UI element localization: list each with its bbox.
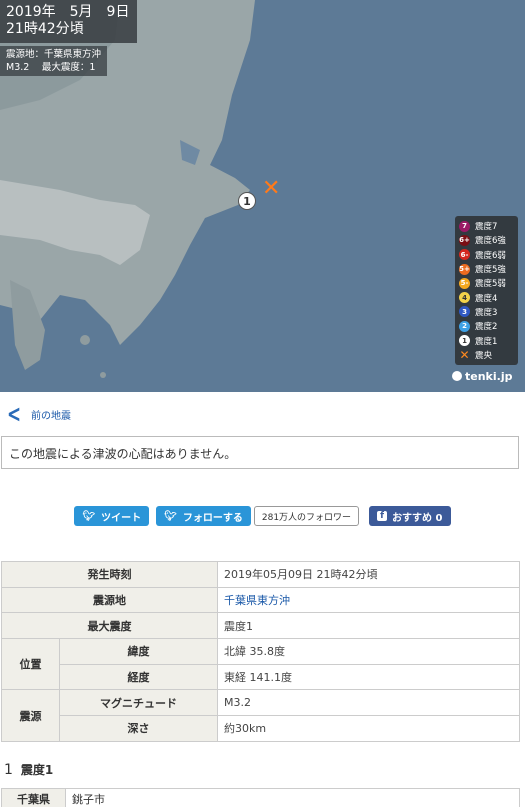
table-row: 位置 緯度 北緯 35.8度 — [1, 638, 520, 691]
follow-button[interactable]: 🐦︎ フォローする — [156, 506, 251, 526]
intensity-dot-icon: 4 — [459, 292, 470, 304]
intensity-dot-icon: 5- — [459, 277, 470, 289]
intensity-dot-icon: 6- — [459, 249, 470, 261]
tweet-button[interactable]: 🐦︎ ツイート — [74, 506, 150, 526]
tenki-logo-icon — [452, 371, 462, 381]
legend-label: 震度7 — [475, 222, 498, 233]
legend-label: 震度2 — [475, 322, 498, 333]
social-buttons: 🐦︎ ツイート 🐦︎ フォローする 281万人のフォロワー f おすすめ 0 — [0, 505, 525, 527]
twitter-bird-icon: 🐦︎ — [82, 510, 96, 522]
facebook-recommend-button[interactable]: f おすすめ 0 — [369, 506, 451, 526]
longitude-value: 東経 141.1度 — [217, 663, 520, 691]
table-row: 震源地 千葉県東方沖 — [1, 586, 520, 614]
legend-item: 4 震度4 — [459, 290, 514, 304]
quake-time: 21時42分頃 — [6, 21, 84, 37]
legend-item: 6+ 震度6強 — [459, 233, 514, 247]
latitude-label: 緯度 — [59, 638, 218, 665]
prefecture-name: 千葉県 — [1, 787, 66, 807]
facebook-icon: f — [377, 511, 388, 521]
intensity-dot-icon: 6+ — [459, 234, 470, 246]
epicenter-label: 震源地 — [1, 586, 218, 614]
legend-item: 7 震度7 — [459, 219, 514, 233]
intensity-dot-icon: 2 — [459, 320, 470, 332]
chevron-left-icon: < — [7, 400, 22, 428]
quake-info-table: 発生時刻 2019年05月09日 21時42分頃 震源地 千葉県東方沖 最大震度… — [1, 561, 520, 742]
tsunami-notice: この地震による津波の心配はありません。 — [1, 436, 519, 469]
legend-label: 震度5弱 — [475, 279, 506, 290]
map-header: 2019年 5月 9日 21時42分頃 — [0, 0, 138, 43]
epicenter-link[interactable]: 千葉県東方沖 — [217, 586, 520, 614]
legend-item: 6- 震度6弱 — [459, 248, 514, 262]
previous-quake-label: 前の地震 — [31, 410, 71, 422]
follower-count[interactable]: 281万人のフォロワー — [253, 506, 360, 526]
intensity-dot-icon: 7 — [459, 220, 470, 232]
epicenter-legend-icon: ✕ — [459, 347, 470, 362]
legend-label: 震度6弱 — [475, 250, 506, 261]
legend-label: 震度5強 — [475, 265, 506, 276]
intensity-legend: 7 震度7 6+ 震度6強 6- 震度6弱 5+ 震度5強 5- 震度5弱 4 震度4 3 震度3 2 震度2… — [455, 216, 518, 365]
intensity-prefecture-table: 千葉県 銚子市 — [1, 787, 520, 807]
legend-label: 震度4 — [475, 293, 498, 304]
max-intensity-label: 最大震度 — [1, 612, 218, 640]
map-subheader: 震源地：千葉県東方沖 M3.2 最大震度：1 — [0, 46, 108, 76]
twitter-bird-icon: 🐦︎ — [164, 510, 177, 522]
table-row: 発生時刻 2019年05月09日 21時42分頃 — [1, 561, 520, 588]
magnitude-value: M3.2 — [217, 689, 520, 717]
intensity-dot-icon: 3 — [459, 306, 470, 318]
legend-item: 2 震度2 — [459, 319, 514, 333]
epicenter-text: 震源地：千葉県東方沖 — [6, 49, 102, 60]
earthquake-map: 2019年 5月 9日 21時42分頃 震源地：千葉県東方沖 M3.2 最大震度… — [0, 0, 525, 392]
legend-item: 3 震度3 — [459, 305, 514, 319]
position-label: 位置 — [1, 638, 60, 691]
epicenter-marker-icon: ✕ — [262, 176, 281, 201]
intensity-1-icon: 1 — [4, 761, 13, 778]
legend-item: 5- 震度5弱 — [459, 276, 514, 290]
tenki-credit: tenki.jp — [452, 370, 512, 383]
legend-item: ✕ 震央 — [459, 348, 514, 362]
legend-item: 5+ 震度5強 — [459, 262, 514, 276]
quake-date: 2019年 5月 9日 — [6, 4, 130, 20]
time-label: 発生時刻 — [1, 561, 218, 588]
intensity-1-marker: 1 — [238, 192, 256, 210]
table-row: 千葉県 銚子市 — [1, 787, 520, 807]
depth-label: 深さ — [59, 715, 218, 742]
max-intensity-value: 震度1 — [217, 612, 520, 640]
table-row: 最大震度 震度1 — [1, 612, 520, 640]
latitude-value: 北緯 35.8度 — [217, 638, 520, 665]
magnitude-text: M3.2 最大震度：1 — [6, 62, 96, 73]
intensity-section-heading: 1 震度1 — [4, 760, 525, 780]
city-list: 銚子市 — [65, 787, 520, 807]
previous-quake-link[interactable]: < 前の地震 — [0, 392, 525, 436]
table-row: 経度 東経 141.1度 — [2, 663, 520, 691]
legend-label: 震央 — [475, 350, 493, 361]
table-row: 深さ 約30km — [2, 715, 520, 742]
legend-label: 震度1 — [475, 336, 498, 347]
depth-value: 約30km — [217, 715, 520, 742]
legend-item: 1 震度1 — [459, 333, 514, 347]
intensity-dot-icon: 5+ — [459, 263, 470, 275]
table-row: 震源 マグニチュード M3.2 — [1, 689, 520, 742]
intensity-dot-icon: 1 — [459, 335, 470, 347]
time-value: 2019年05月09日 21時42分頃 — [217, 561, 520, 588]
legend-label: 震度6強 — [475, 236, 506, 247]
intensity-section-title: 震度1 — [20, 763, 54, 778]
source-label: 震源 — [1, 689, 60, 742]
longitude-label: 経度 — [59, 663, 218, 691]
magnitude-label: マグニチュード — [59, 689, 218, 717]
legend-label: 震度3 — [475, 307, 498, 318]
